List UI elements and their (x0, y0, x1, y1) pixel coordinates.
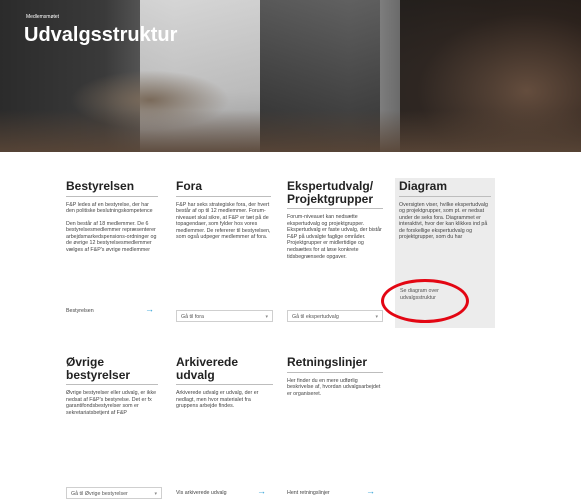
card-ekspertudvalg: Ekspertudvalg/Projektgrupper Forum-nivea… (287, 180, 383, 266)
fora-select[interactable]: Gå til fora ▾ (176, 310, 273, 322)
highlight-circle (381, 279, 469, 323)
card-fora: Fora F&P har seks strategiske fora, der … (176, 180, 271, 247)
card-title: Ekspertudvalg/Projektgrupper (287, 179, 374, 206)
ekspertudvalg-select[interactable]: Gå til ekspertudvalg ▾ (287, 310, 383, 322)
card-title: Bestyrelsen (66, 179, 135, 193)
chevron-down-icon: ▾ (375, 314, 378, 320)
card-text: F&P ledes af en bestyrelse, der har den … (66, 201, 153, 215)
hero-banner: Medlemsmøtet Udvalgsstruktur (0, 0, 581, 152)
select-value: Gå til Øvrige bestyrelser (71, 491, 128, 497)
divider (66, 384, 158, 385)
card-ovrige-bestyrelser: Øvrige bestyrelser Øvrige bestyrelser ell… (66, 356, 158, 422)
select-value: Gå til ekspertudvalg (292, 314, 339, 320)
divider (287, 208, 383, 209)
card-title: Fora (176, 179, 203, 193)
arrow-right-icon[interactable]: → (366, 487, 375, 496)
breadcrumb[interactable]: Medlemsmøtet (26, 14, 59, 20)
select-value: Gå til fora (181, 314, 204, 320)
divider (399, 195, 491, 197)
card-title: Arkiverede udvalg (176, 355, 239, 382)
card-text: F&P har seks strategiske fora, der hvert… (176, 201, 271, 241)
divider (66, 195, 158, 197)
hero-photo-segment (0, 110, 581, 152)
card-bestyrelsen: Bestyrelsen F&P ledes af en bestyrelse, … (66, 180, 158, 260)
card-title: Retningslinjer (287, 355, 368, 369)
card-text: Den består af 18 medlemmer. De 6 bestyre… (66, 220, 157, 254)
chevron-down-icon: ▾ (265, 314, 268, 320)
card-text: Oversigten viser, hvilke ekspertudvalg o… (399, 201, 488, 241)
page-title: Udvalgsstruktur (24, 24, 178, 46)
card-text: Forum-niveauet kan nedsætte ekspertudval… (287, 214, 382, 260)
arrow-right-icon[interactable]: → (145, 305, 154, 314)
chevron-down-icon: ▾ (154, 491, 157, 497)
card-text: Øvrige bestyrelser eller udvalg, er ikke… (66, 390, 157, 416)
arkiverede-link[interactable]: Vis arkiverede udvalg (176, 490, 227, 496)
divider (287, 371, 383, 373)
retningslinjer-link[interactable]: Hent retningslinjer (287, 490, 330, 496)
divider (176, 195, 271, 197)
ovrige-bestyrelser-select[interactable]: Gå til Øvrige bestyrelser ▾ (66, 487, 162, 499)
arrow-right-icon[interactable]: → (257, 487, 266, 496)
bestyrelsen-link[interactable]: Bestyrelsen (66, 308, 94, 314)
card-text: Arkiverede udvalg er udvalg, der er nedl… (176, 390, 259, 410)
card-text: Her finder du en mere udførlig beskrivel… (287, 377, 381, 397)
divider (176, 384, 273, 385)
card-title: Diagram (399, 179, 448, 193)
card-title: Øvrige bestyrelser (66, 355, 131, 382)
card-retningslinjer: Retningslinjer Her finder du en mere udf… (287, 356, 383, 403)
card-arkiverede-udvalg: Arkiverede udvalg Arkiverede udvalg er ud… (176, 356, 273, 416)
